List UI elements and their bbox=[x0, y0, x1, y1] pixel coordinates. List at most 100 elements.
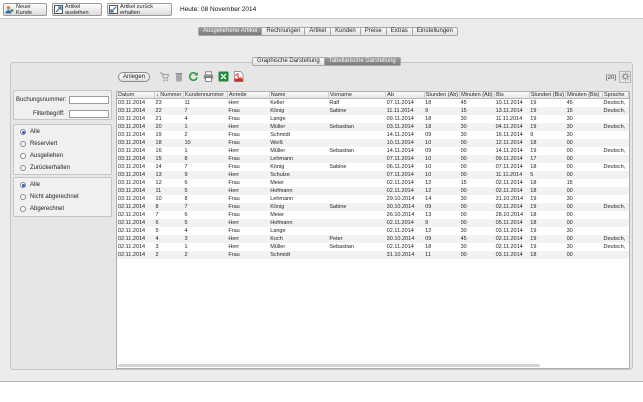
table-row[interactable]: 03.11.2014 10 8 Frau Lehmann 29.10.2014 14 30 31… bbox=[117, 195, 629, 203]
table-cell bbox=[328, 139, 386, 147]
tab-lent-articles[interactable]: Ausgeliehene Artikel bbox=[198, 27, 263, 36]
table-cell: 13 bbox=[154, 171, 184, 179]
table-row[interactable]: 02.11.2014 2 2 Frau Schmidt 31.10.2014 11 00 03.… bbox=[117, 251, 629, 259]
table-cell: 00 bbox=[565, 219, 603, 227]
table-row[interactable]: 03.11.2014 19 2 Frau Schmidt 14.11.2014 09 30 16… bbox=[117, 131, 629, 139]
table-cell: 18 bbox=[424, 123, 460, 131]
table-cell: 18 bbox=[425, 100, 432, 106]
table-cell: 14 bbox=[425, 196, 432, 202]
billing-option-unbilled[interactable]: Nicht abgerechnet bbox=[20, 194, 79, 200]
table-cell: 7 bbox=[184, 164, 188, 170]
status-option-reserved[interactable]: Reserviert bbox=[20, 141, 57, 147]
billing-option-label: Alle bbox=[30, 182, 41, 188]
excel-export-icon[interactable] bbox=[218, 71, 229, 82]
table-cell: Keller bbox=[270, 100, 285, 106]
new-customer-button[interactable]: Neuer Kunde bbox=[3, 3, 47, 16]
table-cell: 00 bbox=[459, 219, 495, 227]
table-cell: 45 bbox=[460, 100, 467, 106]
status-option-returned[interactable]: Zurückerhalten bbox=[20, 165, 70, 171]
column-header[interactable]: Minuten (Bis) bbox=[565, 92, 603, 99]
table-cell: 03.11.2014 bbox=[117, 187, 155, 195]
table-cell: Herr bbox=[228, 100, 240, 106]
table-cell: Frau bbox=[227, 139, 270, 147]
column-header[interactable]: Kundennummer bbox=[183, 92, 228, 99]
filter-term-input[interactable] bbox=[69, 110, 109, 118]
tab-graphical-view[interactable]: Graphische Darstellung bbox=[252, 57, 325, 66]
table-cell: Müller bbox=[270, 148, 286, 154]
radio-selected-icon bbox=[20, 182, 26, 188]
cart-icon[interactable] bbox=[158, 71, 169, 82]
table-row[interactable]: 03.11.2014 11 5 Herr Hofmann 02.11.2014 12 00 02… bbox=[117, 187, 629, 195]
table-cell: 8 bbox=[184, 196, 188, 202]
table-row[interactable]: 03.11.2014 12 6 Frau Meier 02.11.2014 12 15 02.1… bbox=[117, 179, 629, 187]
table-cell: 03.11.2014 bbox=[118, 164, 146, 170]
table-cell: 7 bbox=[183, 107, 228, 115]
table-row[interactable]: 02.11.2014 6 5 Herr Hofmann 02.11.2014 9 00 05.1… bbox=[117, 219, 629, 227]
table-cell bbox=[328, 115, 385, 123]
table-cell: 9 bbox=[183, 171, 228, 179]
tab-prices[interactable]: Preise bbox=[360, 27, 387, 36]
table-cell: 02.11.2014 bbox=[118, 228, 146, 234]
status-option-all[interactable]: Alle bbox=[20, 129, 40, 135]
horizontal-scrollbar[interactable] bbox=[118, 364, 540, 367]
status-option-lent[interactable]: Ausgeliehen bbox=[20, 153, 63, 159]
settings-button[interactable] bbox=[619, 71, 631, 83]
table-row[interactable]: 03.11.2014 23 11 Herr Keller Ralf 07.11.2014 18… bbox=[117, 99, 629, 108]
table-cell: 28.10.2014 bbox=[495, 212, 524, 218]
table-row[interactable]: 02.11.2014 7 6 Frau Meier 26.10.2014 13 00 28.10… bbox=[117, 211, 629, 219]
table-row[interactable]: 03.11.2014 13 9 Herr Schulze 07.11.2014 10 00 11… bbox=[117, 171, 629, 179]
print-icon[interactable] bbox=[203, 71, 214, 82]
tab-settings[interactable]: Einstellungen bbox=[412, 27, 458, 36]
table-row[interactable]: 03.11.2014 21 4 Frau Lange 09.11.2014 18 30 11.1… bbox=[117, 115, 629, 123]
tab-table-view[interactable]: Tabellarische Darstellung bbox=[324, 57, 401, 66]
lend-article-button[interactable]: Artikel ausleihen bbox=[52, 3, 102, 16]
table-row[interactable]: 03.11.2014 22 7 Frau König Sabine 11.11.2014 9 1… bbox=[117, 107, 629, 115]
column-header[interactable]: Minuten (Ab) bbox=[459, 92, 496, 99]
table-row[interactable]: 02.11.2014 5 4 Frau Lange 02.11.2014 12 30 03.11… bbox=[117, 227, 629, 235]
table-row[interactable]: 03.11.2014 16 1 Herr Müller Sebastian 14.11.20… bbox=[117, 147, 629, 155]
table-cell: 12.11.2014 bbox=[494, 139, 530, 147]
return-article-button[interactable]: Artikel zurück erhalten bbox=[107, 3, 172, 16]
table-row[interactable]: 03.11.2014 15 8 Frau Lehmann 07.11.2014 10 00 09… bbox=[117, 155, 629, 163]
tab-customers[interactable]: Kunden bbox=[331, 27, 361, 36]
table-cell: 5 bbox=[183, 219, 228, 227]
table-cell: 18 bbox=[529, 187, 566, 195]
billing-option-all[interactable]: Alle bbox=[20, 182, 40, 188]
table-cell: 03.11.2014 bbox=[494, 251, 530, 259]
table-cell: 45 bbox=[459, 235, 495, 243]
top-toolbar: Neuer Kunde Artikel ausleihen Artikel zu… bbox=[0, 0, 643, 18]
radio-empty-icon bbox=[20, 153, 26, 159]
trash-icon[interactable] bbox=[173, 71, 184, 82]
column-header[interactable]: ↓ Nummer bbox=[154, 92, 184, 99]
tab-invoices[interactable]: Rechnungen bbox=[262, 27, 306, 36]
table-row[interactable]: 02.11.2014 3 1 Herr Müller Sebastian 02.11.201… bbox=[117, 243, 629, 251]
booking-number-input[interactable] bbox=[69, 96, 109, 104]
billing-option-billed[interactable]: Abgerechnet bbox=[20, 206, 64, 212]
table-cell: 00 bbox=[459, 155, 495, 163]
table-row[interactable]: 02.11.2014 4 3 Herr Koch Peter 30.10.2014 09 45 0… bbox=[117, 235, 629, 243]
table-cell: 00 bbox=[459, 187, 495, 195]
tab-extras[interactable]: Extras bbox=[386, 27, 413, 36]
create-button[interactable]: Anlegen bbox=[118, 71, 150, 82]
table-cell: 45 bbox=[566, 100, 573, 106]
column-header[interactable]: Stunden (Bis) bbox=[529, 92, 567, 99]
table-cell: 30.10.2014 bbox=[385, 235, 425, 243]
table-cell: Frau bbox=[227, 107, 270, 115]
table-cell: 03.11.2014 bbox=[117, 139, 155, 147]
booking-number-label: Buchungsnummer: bbox=[16, 97, 67, 103]
table-row[interactable]: 02.11.2014 8 7 Frau König Sabine 30.10.2014 09 0… bbox=[117, 203, 629, 211]
table-cell: 15 bbox=[459, 107, 495, 115]
table-row[interactable]: 03.11.2014 14 7 Frau König Sabine 06.11.2014 10… bbox=[117, 163, 629, 171]
table-cell: 00 bbox=[565, 251, 603, 259]
table-cell: Herr bbox=[227, 123, 270, 131]
table-cell: 02.11.2014 bbox=[386, 180, 414, 186]
table-cell: 19 bbox=[530, 244, 537, 250]
refresh-icon[interactable] bbox=[188, 71, 199, 82]
pdf-export-icon[interactable] bbox=[233, 71, 244, 82]
column-header[interactable]: Stunden (Ab) bbox=[424, 92, 461, 99]
table-cell: 00 bbox=[459, 203, 495, 211]
table-cell: 02.11.2014 bbox=[495, 244, 523, 250]
tab-articles[interactable]: Artikel bbox=[305, 27, 332, 36]
table-row[interactable]: 03.11.2014 20 1 Herr Müller Sebastian 03.11.20… bbox=[117, 123, 629, 131]
table-row[interactable]: 03.11.2014 18 10 Frau Weiß 10.11.2014 10 00 12.1… bbox=[117, 139, 629, 147]
